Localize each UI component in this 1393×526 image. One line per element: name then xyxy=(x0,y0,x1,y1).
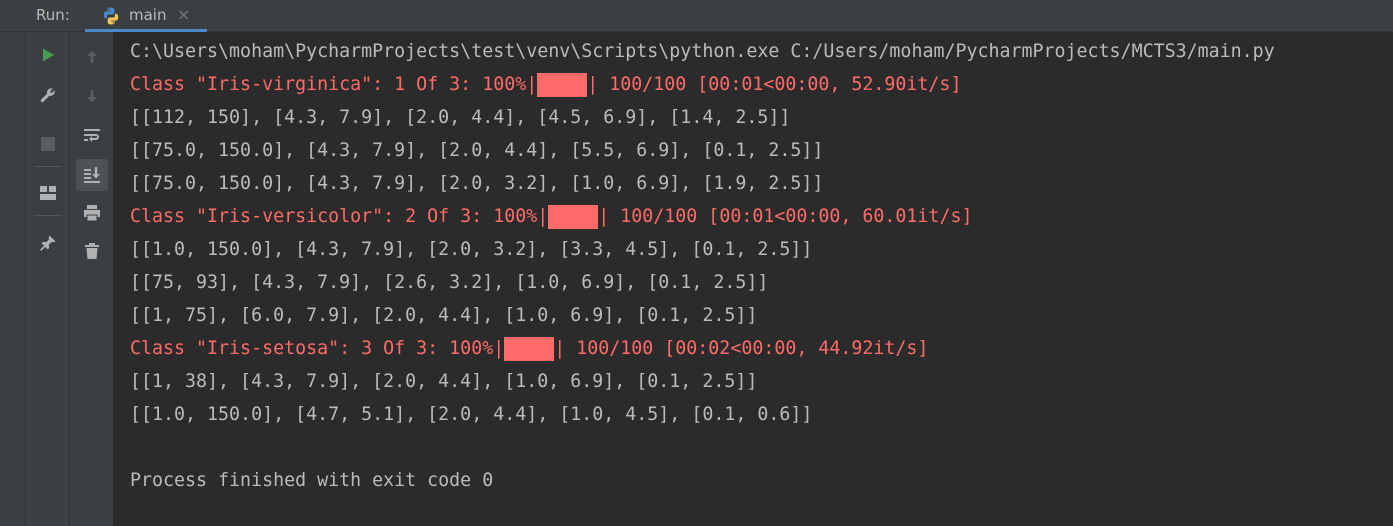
scroll-to-end-icon xyxy=(83,166,101,184)
progress-prefix: Class "Iris-versicolor": 2 Of 3: 100%| xyxy=(130,206,549,227)
run-toolbar-right xyxy=(70,32,114,526)
soft-wrap-icon xyxy=(83,127,101,143)
scroll-to-end-button[interactable] xyxy=(76,159,108,191)
progress-line: Class "Iris-versicolor": 2 Of 3: 100%| | … xyxy=(130,205,972,229)
run-toolbar-left xyxy=(26,32,70,526)
run-label: Run: xyxy=(36,6,70,24)
progress-prefix: Class "Iris-virginica": 1 Of 3: 100%| xyxy=(130,74,538,95)
previous-occurrence-button[interactable] xyxy=(78,43,106,71)
progress-suffix: | 100/100 [00:01<00:00, 60.01it/s] xyxy=(598,206,973,227)
progress-line: Class "Iris-setosa": 3 Of 3: 100%| | 100/… xyxy=(130,337,928,361)
progress-line: Class "Iris-virginica": 1 Of 3: 100%| | 1… xyxy=(130,73,961,97)
tab-main-label: main xyxy=(129,6,167,24)
toolbar-separator xyxy=(34,215,62,216)
progress-bar-fill xyxy=(548,205,599,229)
console-line: [[1.0, 150.0], [4.3, 7.9], [2.0, 3.2], [… xyxy=(130,239,813,260)
console-line: [[1, 75], [6.0, 7.9], [2.0, 4.4], [1.0, … xyxy=(130,305,758,326)
run-tab-bar: Run: main × xyxy=(0,0,1393,32)
progress-bar-fill xyxy=(537,73,588,97)
progress-prefix: Class "Iris-setosa": 3 Of 3: 100%| xyxy=(130,338,505,359)
run-icon xyxy=(40,47,56,63)
stop-button[interactable] xyxy=(34,130,62,158)
close-icon[interactable]: × xyxy=(177,5,190,24)
trash-icon xyxy=(84,242,100,260)
tool-window-stripe xyxy=(0,32,26,526)
progress-suffix: | 100/100 [00:01<00:00, 52.90it/s] xyxy=(587,74,962,95)
console-line: C:\Users\moham\PycharmProjects\test\venv… xyxy=(130,41,1275,62)
toolbar-separator xyxy=(34,166,62,167)
python-icon xyxy=(101,6,121,26)
wrench-icon xyxy=(39,86,57,104)
progress-bar-fill xyxy=(504,337,555,361)
console-line: [[1, 38], [4.3, 7.9], [2.0, 4.4], [1.0, … xyxy=(130,371,758,392)
arrow-down-icon xyxy=(84,88,100,104)
layout-icon xyxy=(39,185,57,201)
console-line: Process finished with exit code 0 xyxy=(130,470,494,491)
soft-wrap-button[interactable] xyxy=(78,121,106,149)
clear-all-button[interactable] xyxy=(78,237,106,265)
pin-tab-button[interactable] xyxy=(34,229,62,257)
print-button[interactable] xyxy=(78,199,106,227)
next-occurrence-button[interactable] xyxy=(78,82,106,110)
console-line: [[75, 93], [4.3, 7.9], [2.6, 3.2], [1.0,… xyxy=(130,272,769,293)
print-icon xyxy=(83,204,101,222)
console-line: [[1.0, 150.0], [4.7, 5.1], [2.0, 4.4], [… xyxy=(130,404,813,425)
tab-main[interactable]: main × xyxy=(85,0,207,32)
stop-icon xyxy=(41,137,55,151)
rerun-button[interactable] xyxy=(34,41,62,69)
pin-icon xyxy=(39,234,57,252)
console-line: [[112, 150], [4.3, 7.9], [2.0, 4.4], [4.… xyxy=(130,107,791,128)
progress-suffix: | 100/100 [00:02<00:00, 44.92it/s] xyxy=(554,338,929,359)
arrow-up-icon xyxy=(84,49,100,65)
edit-configuration-button[interactable] xyxy=(34,81,62,109)
console-line: [[75.0, 150.0], [4.3, 7.9], [2.0, 3.2], … xyxy=(130,173,824,194)
run-tool-window: Run: main × C:\Users\moham\PycharmProjec… xyxy=(0,0,1393,526)
restore-layout-button[interactable] xyxy=(34,179,62,207)
console-output[interactable]: C:\Users\moham\PycharmProjects\test\venv… xyxy=(114,32,1393,526)
console-line: [[75.0, 150.0], [4.3, 7.9], [2.0, 4.4], … xyxy=(130,140,824,161)
